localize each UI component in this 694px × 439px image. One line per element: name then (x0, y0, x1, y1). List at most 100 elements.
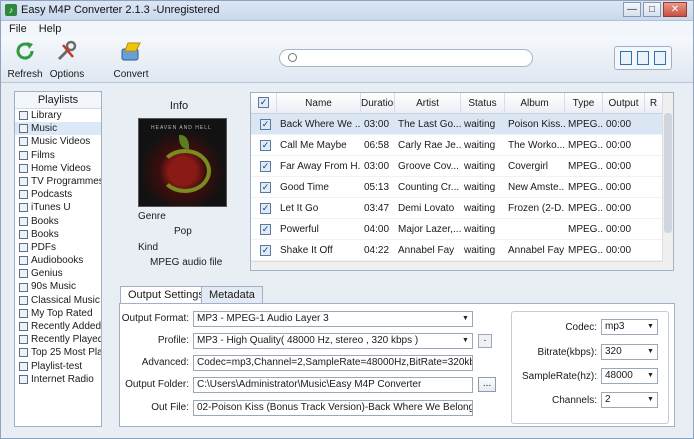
view-left-pane-icon[interactable] (620, 51, 633, 65)
options-button[interactable]: Options (49, 39, 85, 80)
album-art: HEAVEN AND HELL (138, 118, 227, 207)
cell-name: Far Away From H... (280, 161, 361, 172)
samplerate-select[interactable]: 48000 ▼ (601, 368, 658, 384)
scroll-thumb[interactable] (664, 113, 672, 233)
row-checkbox[interactable]: ✓ (260, 119, 271, 130)
row-checkbox[interactable]: ✓ (260, 245, 271, 256)
codec-label: Codec: (565, 322, 597, 333)
cell-name: Powerful (280, 224, 319, 235)
sidebar-item[interactable]: Films (15, 149, 101, 162)
sidebar-item[interactable]: TV Programmes (15, 175, 101, 188)
sidebar-item[interactable]: Recently Played (15, 333, 101, 346)
channels-label: Channels: (551, 395, 597, 406)
table-row[interactable]: ✓ Call Me Maybe 06:58 Carly Rae Je... waitin… (251, 135, 663, 156)
col-type[interactable]: Type (565, 93, 603, 114)
table-row[interactable]: ✓ Back Where We ... 03:00 The Last Go... wai… (251, 114, 663, 135)
sidebar-item[interactable]: Recently Added (15, 320, 101, 333)
row-checkbox[interactable]: ✓ (260, 224, 271, 235)
sidebar-item[interactable]: Podcasts (15, 188, 101, 201)
toolbar: Refresh Options Convert (1, 37, 693, 83)
browse-button[interactable]: ... (478, 377, 496, 392)
refresh-button[interactable]: Refresh (7, 39, 43, 80)
cell-album: The Worko... (508, 140, 565, 151)
output-format-select[interactable]: MP3 - MPEG-1 Audio Layer 3 ▼ (193, 311, 473, 327)
cell-output: 00:00 (606, 203, 632, 214)
menu-file[interactable]: File (9, 23, 27, 35)
tv-icon (19, 177, 28, 187)
col-album[interactable]: Album (505, 93, 565, 114)
select-all-checkbox[interactable]: ✓ (258, 97, 269, 108)
col-status[interactable]: Status (461, 93, 505, 114)
sidebar-item[interactable]: Top 25 Most Pla (15, 346, 101, 359)
profile-label: Profile: (157, 335, 189, 346)
cell-duration: 04:00 (364, 224, 390, 235)
sidebar-item[interactable]: Library (15, 109, 101, 122)
convert-button[interactable]: Convert (111, 39, 151, 80)
sidebar-item[interactable]: Internet Radio (15, 373, 101, 386)
col-output[interactable]: Output (603, 93, 645, 114)
out-file-label: Out File: (151, 402, 189, 413)
playlist-gear-icon (19, 335, 28, 345)
close-button[interactable]: ✕ (663, 2, 687, 17)
playlist-gear-icon (19, 137, 28, 147)
row-checkbox[interactable]: ✓ (260, 140, 271, 151)
sidebar-item-label: Home Videos (31, 162, 91, 174)
table-row[interactable]: ✓ Good Time 05:13 Counting Cr... waiting New … (251, 177, 663, 198)
row-checkbox[interactable]: ✓ (260, 161, 271, 172)
cell-output: 00:00 (606, 224, 632, 235)
view-bottom-pane-icon[interactable] (653, 51, 666, 65)
sidebar-item[interactable]: iTunes U (15, 201, 101, 214)
cell-status: waiting (464, 224, 496, 235)
col-artist[interactable]: Artist (395, 93, 461, 114)
table-row[interactable]: ✓ Shake It Off 04:22 Annabel Fay waiting Anna… (251, 240, 663, 261)
col-name[interactable]: Name (277, 93, 361, 114)
profile-select[interactable]: MP3 - High Quality( 48000 Hz, stereo , 3… (193, 333, 473, 349)
out-file-field[interactable]: 02-Poison Kiss (Bonus Track Version)-Bac… (193, 400, 473, 416)
col-duration[interactable]: Duration (361, 93, 395, 114)
profile-remove-button[interactable]: - (478, 334, 492, 348)
table-vertical-scrollbar[interactable] (662, 93, 673, 270)
film-icon (19, 150, 28, 160)
output-folder-label: Output Folder: (125, 379, 189, 390)
sidebar-item[interactable]: Music (15, 122, 101, 136)
sidebar-item[interactable]: Books (15, 215, 101, 228)
bitrate-select[interactable]: 320 ▼ (601, 344, 658, 360)
sidebar-item[interactable]: My Top Rated (15, 307, 101, 320)
sidebar-item[interactable]: 90s Music (15, 280, 101, 293)
minimize-button[interactable]: — (623, 2, 641, 17)
kind-label: Kind (138, 242, 159, 253)
sidebar-item-label: Internet Radio (31, 373, 94, 385)
chevron-down-icon: ▼ (647, 323, 654, 330)
tab-metadata[interactable]: Metadata (201, 286, 263, 303)
table-row[interactable]: ✓ Powerful 04:00 Major Lazer,... waiting MPEG… (251, 219, 663, 240)
title-bar[interactable]: ♪ Easy M4P Converter 2.1.3 -Unregistered… (1, 1, 693, 21)
sidebar-item[interactable]: PDFs (15, 241, 101, 254)
view-middle-pane-icon[interactable] (636, 51, 649, 65)
row-checkbox[interactable]: ✓ (260, 203, 271, 214)
cell-album: Frozen (2-D... (508, 203, 565, 214)
search-box[interactable] (279, 49, 533, 67)
maximize-button[interactable]: □ (643, 2, 661, 17)
row-checkbox[interactable]: ✓ (260, 182, 271, 193)
advanced-field[interactable]: Codec=mp3,Channel=2,SampleRate=48000Hz,B… (193, 355, 473, 371)
sidebar-item-label: Classical Music (31, 294, 100, 306)
col-r[interactable]: R (645, 93, 663, 114)
cell-output: 00:00 (606, 245, 632, 256)
table-row[interactable]: ✓ Let It Go 03:47 Demi Lovato waiting Frozen … (251, 198, 663, 219)
sidebar-item[interactable]: Music Videos (15, 135, 101, 148)
cell-artist: Major Lazer,... (398, 224, 461, 235)
table-row[interactable]: ✓ Far Away From H... 03:00 Groove Cov... wai… (251, 156, 663, 177)
channels-select[interactable]: 2 ▼ (601, 392, 658, 408)
sidebar-item[interactable]: Playlist-test (15, 360, 101, 373)
tab-output-settings[interactable]: Output Settings (120, 286, 212, 304)
header-select-all[interactable]: ✓ (251, 93, 277, 114)
sidebar-item[interactable]: Genius (15, 267, 101, 280)
sidebar-item[interactable]: Books (15, 228, 101, 241)
sidebar-item[interactable]: Classical Music (15, 294, 101, 307)
menu-help[interactable]: Help (39, 23, 62, 35)
table-horizontal-scrollbar[interactable] (251, 261, 663, 270)
sidebar-item[interactable]: Audiobooks (15, 254, 101, 267)
output-folder-field[interactable]: C:\Users\Administrator\Music\Easy M4P Co… (193, 377, 473, 393)
codec-select[interactable]: mp3 ▼ (601, 319, 658, 335)
sidebar-item[interactable]: Home Videos (15, 162, 101, 175)
